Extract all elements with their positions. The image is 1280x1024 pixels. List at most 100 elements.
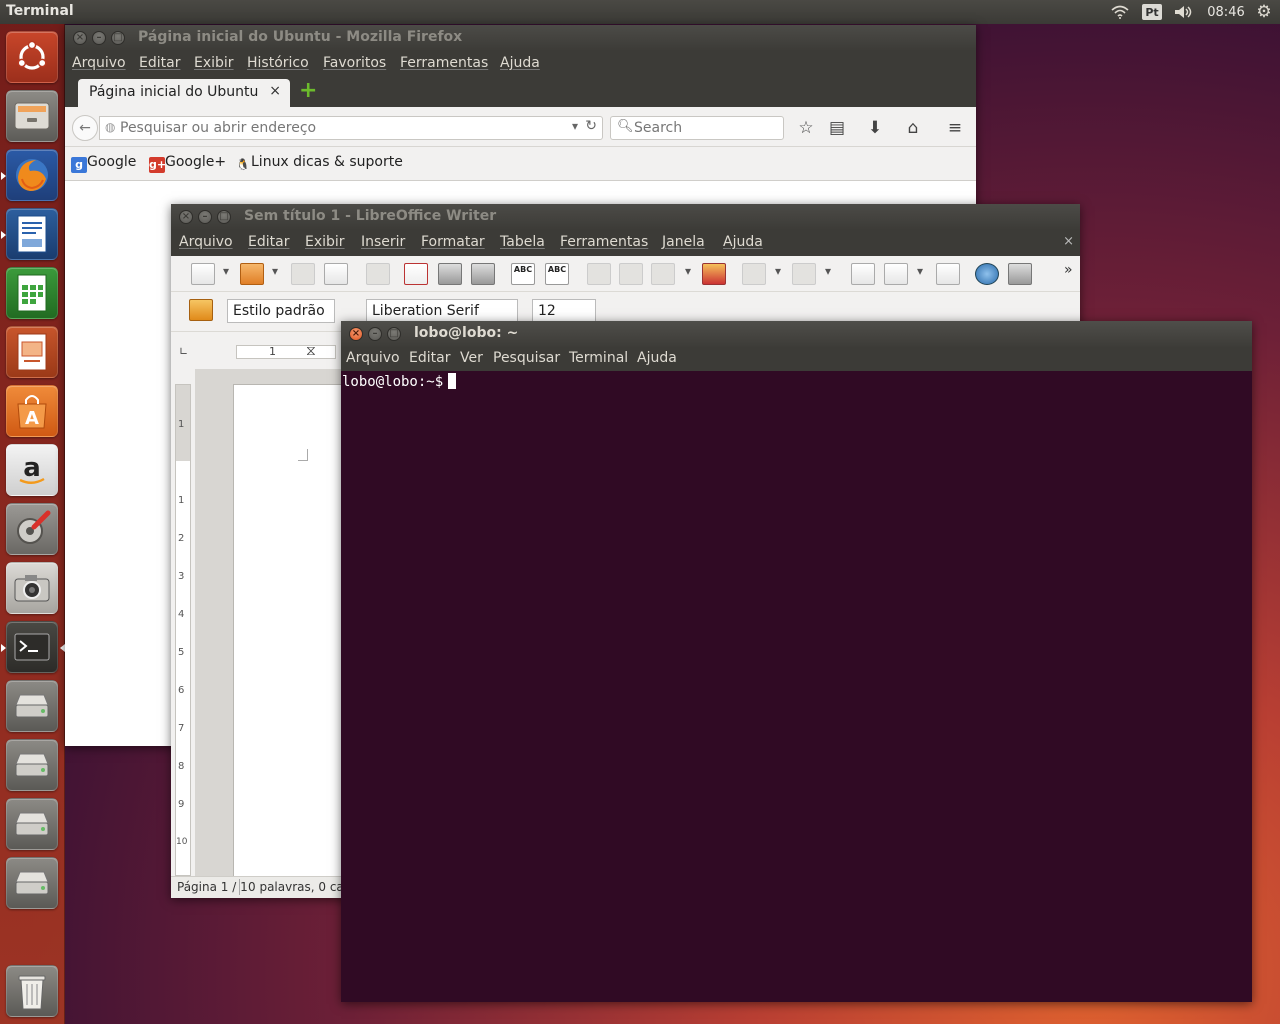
document-canvas[interactable] xyxy=(195,369,343,884)
reload-icon[interactable]: ↻ xyxy=(585,118,597,134)
horizontal-ruler[interactable]: 1 ⧖ xyxy=(231,343,341,363)
menu-ajuda[interactable]: Ajuda xyxy=(723,234,763,250)
ubuntu-dash-icon[interactable] xyxy=(6,31,58,83)
menu-ver[interactable]: Ver xyxy=(460,350,483,366)
tab-close-icon[interactable]: × xyxy=(269,83,281,99)
menu-editar[interactable]: Editar xyxy=(409,350,450,366)
redo-icon[interactable] xyxy=(792,263,816,285)
font-size-select[interactable]: 12 xyxy=(532,299,596,323)
page-count-status[interactable]: Página 1 / 1 xyxy=(177,880,248,894)
spellcheck-icon[interactable]: ABC xyxy=(511,263,535,285)
close-document-icon[interactable]: × xyxy=(1063,234,1074,249)
volume-icon[interactable] xyxy=(1172,0,1196,24)
drive-icon[interactable] xyxy=(6,857,58,909)
close-icon[interactable]: × xyxy=(349,327,363,341)
undo-icon[interactable] xyxy=(742,263,766,285)
export-pdf-icon[interactable] xyxy=(404,263,428,285)
tab-ubuntu-home[interactable]: Página inicial do Ubuntu × xyxy=(78,79,290,107)
vertical-ruler[interactable]: 1 1 2 3 4 5 6 7 8 9 10 xyxy=(175,384,191,876)
menu-janela[interactable]: Janela xyxy=(662,234,705,250)
home-icon[interactable]: ⌂ xyxy=(901,116,925,140)
terminal-output[interactable]: lobo@lobo:~$ xyxy=(341,371,1252,1002)
cut-icon[interactable] xyxy=(587,263,611,285)
save-icon[interactable] xyxy=(291,263,315,285)
keyboard-layout-indicator[interactable]: Pt xyxy=(1142,4,1162,20)
firefox-icon[interactable] xyxy=(1,149,58,201)
styles-icon[interactable] xyxy=(189,299,213,321)
terminal-titlebar[interactable]: × – □ lobo@lobo: ~ xyxy=(341,321,1252,347)
bookmark-google[interactable]: g Google xyxy=(71,154,136,173)
libreoffice-impress-icon[interactable] xyxy=(6,326,58,378)
minimize-icon[interactable]: – xyxy=(368,327,382,341)
libreoffice-writer-icon[interactable] xyxy=(1,208,58,260)
menu-ferramentas[interactable]: Ferramentas xyxy=(560,234,648,250)
menu-icon[interactable]: ≡ xyxy=(943,116,967,140)
files-icon[interactable] xyxy=(6,90,58,142)
menu-pesquisar[interactable]: Pesquisar xyxy=(493,350,560,366)
drive-icon[interactable] xyxy=(6,798,58,850)
menu-tabela[interactable]: Tabela xyxy=(500,234,545,250)
ubuntu-software-center-icon[interactable]: A xyxy=(6,385,58,437)
writer-titlebar[interactable]: × – □ Sem título 1 - LibreOffice Writer xyxy=(171,204,1080,230)
paste-icon[interactable] xyxy=(651,263,675,285)
dropdown-arrow-icon[interactable]: ▾ xyxy=(685,264,691,278)
menu-arquivo[interactable]: Arquivo xyxy=(72,55,126,71)
drive-icon[interactable] xyxy=(6,739,58,791)
minimize-icon[interactable]: – xyxy=(92,31,106,45)
new-document-icon[interactable] xyxy=(191,263,215,285)
gallery-icon[interactable] xyxy=(1008,263,1032,285)
clock[interactable]: 08:46 xyxy=(1204,0,1248,24)
libreoffice-calc-icon[interactable] xyxy=(6,267,58,319)
font-name-select[interactable]: Liberation Serif xyxy=(366,299,518,323)
menu-ajuda[interactable]: Ajuda xyxy=(637,350,677,366)
dropdown-arrow-icon[interactable]: ▾ xyxy=(917,264,923,278)
menu-arquivo[interactable]: Arquivo xyxy=(346,350,400,366)
paragraph-style-select[interactable]: Estilo padrão xyxy=(227,299,335,323)
indent-marker-icon[interactable]: ⧖ xyxy=(306,343,316,359)
menu-editar[interactable]: Editar xyxy=(139,55,180,71)
maximize-icon[interactable]: □ xyxy=(387,327,401,341)
tab-stop-icon[interactable]: ∟ xyxy=(179,345,188,358)
menu-inserir[interactable]: Inserir xyxy=(361,234,405,250)
firefox-titlebar[interactable]: × – □ Página inicial do Ubuntu - Mozilla… xyxy=(65,25,976,51)
downloads-icon[interactable]: ⬇ xyxy=(863,116,887,140)
draw-functions-icon[interactable] xyxy=(936,263,960,285)
maximize-icon[interactable]: □ xyxy=(217,210,231,224)
menu-ajuda[interactable]: Ajuda xyxy=(500,55,540,71)
print-icon[interactable] xyxy=(438,263,462,285)
auto-spellcheck-icon[interactable]: ABC xyxy=(545,263,569,285)
url-bar[interactable]: ◍ Pesquisar ou abrir endereço ▾ ↻ xyxy=(99,116,603,140)
menu-exibir[interactable]: Exibir xyxy=(194,55,234,71)
table-icon[interactable] xyxy=(884,263,908,285)
amazon-icon[interactable]: a xyxy=(6,444,58,496)
edit-file-icon[interactable] xyxy=(366,263,390,285)
maximize-icon[interactable]: □ xyxy=(111,31,125,45)
back-icon[interactable]: ← xyxy=(72,115,98,141)
menu-historico[interactable]: Histórico xyxy=(247,55,309,71)
close-icon[interactable]: × xyxy=(179,210,193,224)
drive-icon[interactable] xyxy=(6,680,58,732)
menu-ferramentas[interactable]: Ferramentas xyxy=(400,55,488,71)
bookmark-star-icon[interactable]: ☆ xyxy=(794,116,818,140)
minimize-icon[interactable]: – xyxy=(198,210,212,224)
system-settings-icon[interactable] xyxy=(6,503,58,555)
dropdown-arrow-icon[interactable]: ▾ xyxy=(825,264,831,278)
search-input[interactable]: 🔍︎ Search xyxy=(610,116,784,140)
hyperlink-icon[interactable] xyxy=(851,263,875,285)
clone-formatting-icon[interactable] xyxy=(702,263,726,285)
bookmark-linux-dicas[interactable]: 🐧Linux dicas & suporte xyxy=(235,154,403,173)
copy-icon[interactable] xyxy=(619,263,643,285)
email-icon[interactable] xyxy=(324,263,348,285)
overflow-chevron-icon[interactable]: » xyxy=(1064,262,1073,278)
menu-arquivo[interactable]: Arquivo xyxy=(179,234,233,250)
menu-terminal[interactable]: Terminal xyxy=(569,350,628,366)
menu-favoritos[interactable]: Favoritos xyxy=(323,55,386,71)
terminal-icon[interactable] xyxy=(1,621,65,673)
navigator-icon[interactable] xyxy=(975,263,999,285)
power-settings-icon[interactable]: ⚙ xyxy=(1254,0,1274,24)
new-tab-button[interactable]: + xyxy=(299,80,317,102)
camera-icon[interactable] xyxy=(6,562,58,614)
menu-editar[interactable]: Editar xyxy=(248,234,289,250)
close-icon[interactable]: × xyxy=(73,31,87,45)
wifi-icon[interactable] xyxy=(1108,0,1132,24)
